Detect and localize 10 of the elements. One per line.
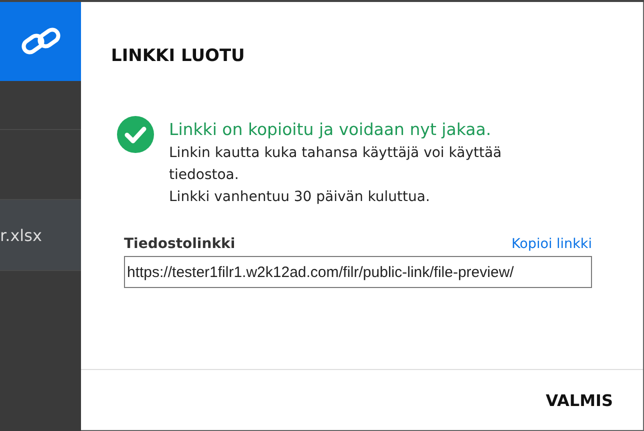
dialog-title: LINKKI LUOTU [111,46,246,66]
info-text: Linkin kautta kuka tahansa käyttäjä voi käyttää tiedostoa. [169,144,503,185]
field-label: Tiedostolinkki [124,236,236,252]
check-circle-icon [117,116,154,153]
copy-link[interactable]: Kopioi linkki [511,236,592,252]
done-button[interactable]: VALMIS [542,386,617,414]
info-text: Linkki vanhentuu 30 päivän kuluttua. [169,188,431,207]
list-row[interactable]: r.xlsx [0,200,81,271]
success-message: Linkki on kopioitu ja voidaan nyt jakaa. [169,120,492,139]
link-field[interactable]: https://tester1filr1.w2k12ad.com/filr/public-link/file-preview/ [124,256,592,288]
